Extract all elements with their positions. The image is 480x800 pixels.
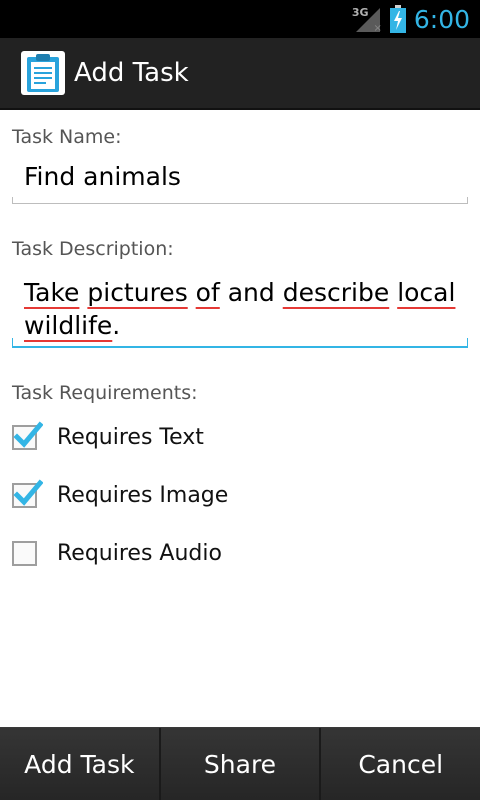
form-content: Task Name: Find animals Task Description… <box>0 112 480 727</box>
requires-image-checkbox[interactable] <box>12 478 43 508</box>
requires-image-row[interactable]: Requires Image <box>12 473 228 517</box>
signal-no-data-icon: 3G × <box>351 6 382 34</box>
status-bar: 3G × 6:00 <box>0 0 480 38</box>
bottom-button-bar: Add Task Share Cancel <box>0 727 480 800</box>
requires-image-label: Requires Image <box>57 482 229 508</box>
status-clock: 6:00 <box>413 4 470 34</box>
share-button[interactable]: Share <box>160 728 322 800</box>
cancel-button[interactable]: Cancel <box>321 728 480 800</box>
requires-text-row[interactable]: Requires Text <box>12 415 204 459</box>
clipboard-icon <box>21 51 65 95</box>
checkmark-icon <box>13 478 43 506</box>
add-task-button[interactable]: Add Task <box>0 728 161 800</box>
action-bar: Add Task <box>0 38 480 110</box>
battery-charging-icon <box>389 5 406 33</box>
task-description-line-2: wildlife. <box>24 311 121 340</box>
task-name-value: Find animals <box>24 162 181 191</box>
task-description-line-1: Take pictures of and describe local <box>24 278 456 307</box>
task-description-label: Task Description: <box>12 238 174 260</box>
requires-audio-checkbox[interactable] <box>12 540 37 566</box>
requires-audio-row[interactable]: Requires Audio <box>12 531 222 575</box>
requires-text-label: Requires Text <box>57 424 204 450</box>
task-requirements-label: Task Requirements: <box>12 382 198 404</box>
page-title: Add Task <box>74 58 189 88</box>
task-name-label: Task Name: <box>12 126 122 148</box>
checkmark-icon <box>13 420 43 448</box>
task-description-input[interactable]: Take pictures of and describe local wild… <box>12 276 468 348</box>
task-name-input[interactable]: Find animals <box>12 162 468 204</box>
requires-text-checkbox[interactable] <box>12 420 43 450</box>
requires-audio-label: Requires Audio <box>57 540 222 566</box>
